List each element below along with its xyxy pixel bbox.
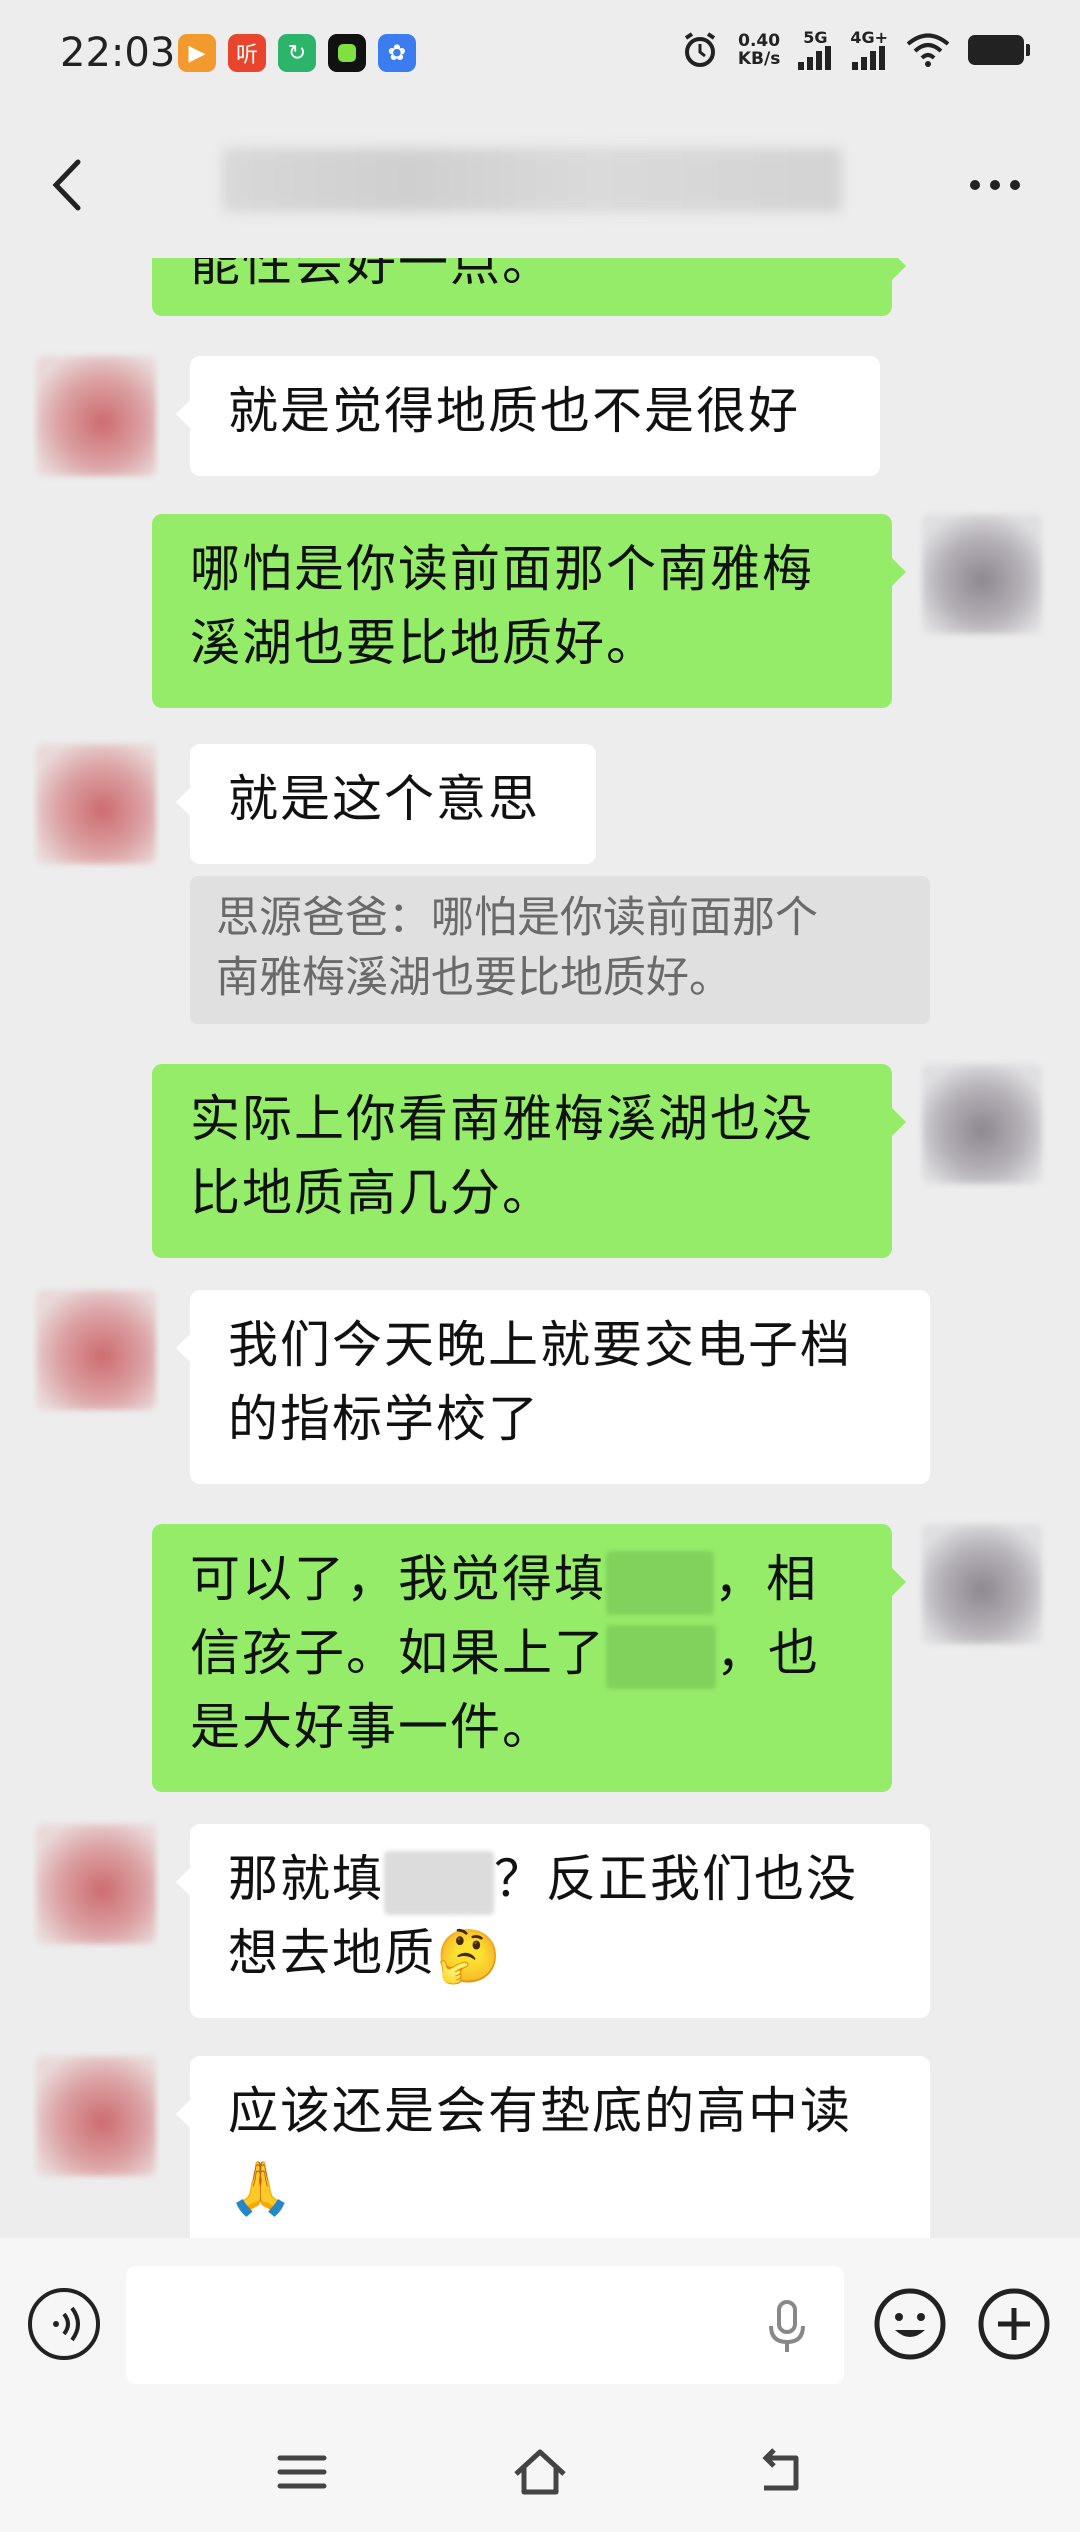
signal-4g: 4G+	[850, 30, 888, 70]
redacted-text	[384, 1850, 494, 1915]
baidu-app-icon: ✿	[378, 34, 416, 72]
input-bar	[0, 2238, 1080, 2408]
mic-icon[interactable]	[762, 2298, 812, 2358]
avatar[interactable]	[36, 1824, 156, 1944]
voice-icon[interactable]	[28, 2288, 100, 2360]
avatar[interactable]	[36, 744, 156, 864]
status-time: 22:03	[60, 30, 176, 76]
chevron-left-icon[interactable]	[40, 150, 100, 220]
listen-app-icon: 听	[228, 34, 266, 72]
notification-icons: ▶ 听 ↻ ✿	[178, 34, 416, 72]
signal-5g: 5G	[798, 30, 832, 70]
message-line: 那就填 ？反正我们也没	[228, 1842, 892, 1916]
message-bubble-received[interactable]: 我们今天晚上就要交电子档 的指标学校了	[176, 1290, 930, 1484]
more-dots-icon[interactable]	[970, 170, 1040, 200]
message-line: 可以了，我觉得填 ，相	[190, 1542, 854, 1616]
message-input[interactable]	[126, 2266, 844, 2384]
message-text: 可以了，我觉得填	[190, 1550, 606, 1608]
quoted-message[interactable]: 思源爸爸：哪怕是你读前面那个 南雅梅溪湖也要比地质好。	[190, 876, 930, 1024]
video-app-icon: ▶	[178, 34, 216, 72]
quote-text: 南雅梅溪湖也要比地质好。	[216, 953, 732, 1003]
message-text: 溪湖也要比地质好。	[190, 614, 658, 672]
pray-emoji-icon: 🙏	[228, 2158, 295, 2219]
message-bubble-sent[interactable]: 实际上你看南雅梅溪湖也没 比地质高几分。	[152, 1064, 906, 1258]
system-navigation	[0, 2408, 1080, 2532]
thinking-emoji-icon: 🤔	[436, 1926, 503, 1987]
system-icons: 0.40 KB/s 5G 4G+	[680, 30, 1030, 70]
message-text: 那就填	[228, 1850, 384, 1908]
smiley-icon[interactable]	[872, 2286, 948, 2362]
message-text: ，也	[716, 1624, 820, 1682]
message-bubble-sent[interactable]: 哪怕是你读前面那个南雅梅 溪湖也要比地质好。	[152, 514, 906, 708]
message-text: 的指标学校了	[228, 1390, 540, 1448]
message-list[interactable]: 能性会好一点。 就是觉得地质也不是很好 哪怕是你读前面那个南雅梅 溪湖也要比地质…	[0, 258, 1080, 2238]
signal-bars-icon	[852, 46, 886, 70]
message-text: 我们今天晚上就要交电子档	[228, 1316, 852, 1374]
home-icon[interactable]	[510, 2444, 570, 2500]
message-text: 应该还是会有垫底的高中读	[228, 2082, 852, 2140]
message-text: 就是这个意思	[228, 770, 540, 828]
plus-icon[interactable]	[976, 2286, 1052, 2362]
quote-text: 思源爸爸：哪怕是你读前面那个	[216, 893, 818, 943]
avatar[interactable]	[36, 356, 156, 476]
wifi-icon	[906, 33, 950, 67]
net-speed: 0.40 KB/s	[738, 32, 780, 68]
back-icon[interactable]	[752, 2444, 812, 2500]
message-text: 就是觉得地质也不是很好	[228, 382, 800, 440]
avatar[interactable]	[922, 1064, 1042, 1184]
message-bubble-sent[interactable]: 能性会好一点。	[152, 258, 906, 316]
alarm-icon	[684, 32, 715, 67]
avatar[interactable]	[36, 2056, 156, 2176]
message-text: ，相	[714, 1550, 818, 1608]
status-bar: 22:03 ▶ 听 ↻ ✿ 0.40 KB/s 5G 4G+	[0, 0, 1080, 110]
message-line: 信孩子。如果上了 ，也	[190, 1616, 854, 1690]
message-bubble-received[interactable]: 就是这个意思	[176, 744, 596, 864]
signal-4g-label: 4G+	[850, 28, 888, 47]
avatar[interactable]	[922, 514, 1042, 634]
redacted-text	[606, 1624, 716, 1689]
avatar[interactable]	[36, 1290, 156, 1410]
message-bubble-received[interactable]: 应该还是会有垫底的高中读 🙏	[176, 2056, 930, 2238]
message-bubble-sent[interactable]: 可以了，我觉得填 ，相 信孩子。如果上了 ，也 是大好事一件。	[152, 1524, 906, 1792]
message-text: 实际上你看南雅梅溪湖也没	[190, 1090, 814, 1148]
message-text: 想去地质	[228, 1924, 436, 1982]
message-text: 哪怕是你读前面那个南雅梅	[190, 540, 814, 598]
message-bubble-received[interactable]: 就是觉得地质也不是很好	[176, 356, 880, 476]
message-text: ？反正我们也没	[494, 1850, 858, 1908]
menu-icon[interactable]	[272, 2444, 332, 2500]
net-speed-unit: KB/s	[737, 49, 781, 69]
black-app-icon	[328, 34, 366, 72]
message-text: 比地质高几分。	[190, 1164, 554, 1222]
message-text: 能性会好一点。	[190, 258, 554, 292]
message-bubble-received[interactable]: 那就填 ？反正我们也没 想去地质🤔	[176, 1824, 930, 2018]
avatar[interactable]	[922, 1524, 1042, 1644]
message-text: 信孩子。如果上了	[190, 1624, 606, 1682]
chat-title-redacted	[222, 148, 842, 212]
message-line: 想去地质🤔	[228, 1916, 892, 1994]
net-speed-value: 0.40	[738, 31, 781, 51]
signal-bars-icon	[798, 46, 832, 70]
redacted-text	[606, 1550, 714, 1615]
battery-icon	[968, 35, 1030, 65]
message-text: 是大好事一件。	[190, 1698, 554, 1756]
signal-5g-label: 5G	[803, 28, 828, 47]
green-app-icon: ↻	[278, 34, 316, 72]
